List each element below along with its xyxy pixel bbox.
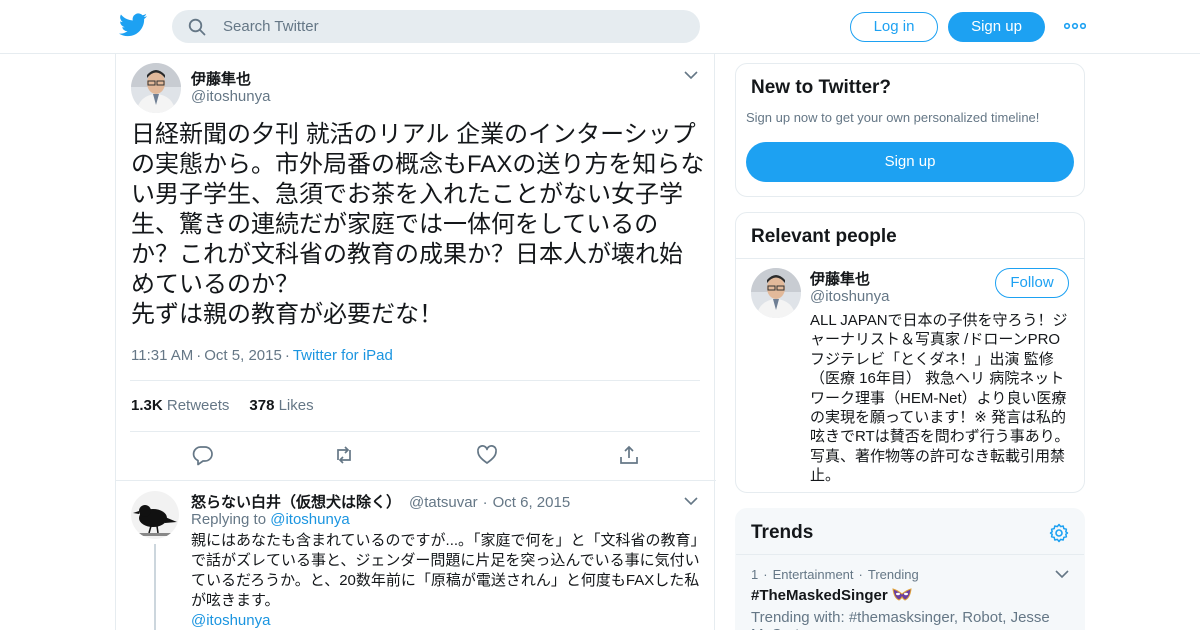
tweet-source[interactable]: Twitter for iPad xyxy=(293,347,393,364)
relevant-person-avatar-image xyxy=(751,268,801,318)
follow-button[interactable]: Follow xyxy=(995,268,1069,298)
search-bar[interactable]: Search Twitter xyxy=(172,10,700,43)
trend-name: #TheMaskedSinger xyxy=(751,587,888,604)
settings-gear-icon[interactable] xyxy=(1049,523,1069,543)
sidebar-signup-button[interactable]: Sign up xyxy=(746,142,1074,182)
reply-author-handle[interactable]: @tatsuvar xyxy=(409,494,478,511)
relevant-people-card: Relevant people 伊藤隼也 @itoshunya Follow A… xyxy=(735,212,1085,493)
trends-card: Trends 1 · Entertainment · Trending #TheMask… xyxy=(735,508,1085,630)
divider xyxy=(130,380,700,381)
trends-title: Trends xyxy=(751,522,814,543)
relevant-person-avatar[interactable] xyxy=(751,268,801,318)
trend-rank: 1 xyxy=(751,567,759,582)
masked-singer-mask-icon xyxy=(892,588,912,601)
replying-prefix: Replying to xyxy=(191,511,267,528)
reply-header: 怒らない白井（仮想犬は除く） @tatsuvar · Oct 6, 2015 xyxy=(191,494,571,511)
trend-category: Entertainment xyxy=(772,567,854,582)
new-to-twitter-card: New to Twitter? Sign up now to get your … xyxy=(735,63,1085,197)
search-input-placeholder[interactable]: Search Twitter xyxy=(223,18,319,36)
twitter-bird-logo-icon[interactable] xyxy=(119,13,147,37)
likes-label: Likes xyxy=(278,397,314,414)
author-avatar-image xyxy=(131,63,181,113)
author-avatar[interactable] xyxy=(131,63,181,113)
relevant-person-handle[interactable]: @itoshunya xyxy=(810,288,889,305)
trend-related: Trending with: #themasksinger, Robot, Je… xyxy=(751,609,1050,630)
thread-connector-line xyxy=(154,544,156,630)
likes-stat[interactable]: 378 Likes xyxy=(249,397,313,414)
divider xyxy=(736,554,1084,555)
trend-status: Trending xyxy=(867,567,919,582)
reply-icon[interactable] xyxy=(192,444,214,466)
reply-date[interactable]: Oct 6, 2015 xyxy=(493,494,571,511)
relevant-person-name[interactable]: 伊藤隼也 xyxy=(810,268,870,289)
like-heart-icon[interactable] xyxy=(476,444,498,466)
signup-button[interactable]: Sign up xyxy=(948,12,1045,42)
retweets-label: Retweets xyxy=(166,397,230,414)
author-name[interactable]: 伊藤隼也 xyxy=(191,68,251,89)
reply-avatar-image xyxy=(131,491,179,539)
tweet-actions xyxy=(116,444,716,468)
trend-meta: 1 · Entertainment · Trending xyxy=(751,567,919,582)
more-options-icon[interactable] xyxy=(1064,19,1086,33)
retweets-count: 1.3K xyxy=(131,397,163,414)
reply-text: 親にはあなたも含まれているのですが...。「家庭で何を」と「文科省の教育」で話が… xyxy=(191,532,706,609)
login-button[interactable]: Log in xyxy=(850,12,938,42)
divider xyxy=(736,258,1084,259)
tweet-time[interactable]: 11:31 AM xyxy=(131,347,193,364)
author-handle[interactable]: @itoshunya xyxy=(191,88,270,105)
relevant-people-title: Relevant people xyxy=(751,226,897,247)
chevron-down-icon[interactable] xyxy=(684,70,698,80)
retweet-icon[interactable] xyxy=(333,444,355,466)
chevron-down-icon[interactable] xyxy=(1055,569,1069,579)
reply-author-avatar[interactable] xyxy=(131,491,179,539)
replying-to-link[interactable]: @itoshunya xyxy=(270,511,349,528)
relevant-person-bio: ALL JAPANで日本の子供を守ろう！ジャーナリスト＆写真家 /ドローンPRO… xyxy=(810,312,1070,485)
tweet-date[interactable]: Oct 5, 2015 xyxy=(204,347,282,364)
retweets-stat[interactable]: 1.3K Retweets xyxy=(131,397,229,414)
new-to-twitter-title: New to Twitter? xyxy=(751,77,892,98)
reply-author-name[interactable]: 怒らない白井（仮想犬は除く） xyxy=(191,494,401,511)
divider xyxy=(130,431,700,432)
tweet-meta: 11:31 AM · Oct 5, 2015 · Twitter for iPad xyxy=(131,347,393,364)
reply-mention-link[interactable]: @itoshunya xyxy=(191,612,270,629)
replying-to: Replying to @itoshunya xyxy=(191,511,350,528)
tweet-stats: 1.3K Retweets 378 Likes xyxy=(131,397,314,414)
search-icon xyxy=(188,18,206,36)
tweet-text: 日経新聞の夕刊 就活のリアル 企業のインターシップの実態から。市外局番の概念もF… xyxy=(131,121,705,328)
section-separator xyxy=(116,480,716,481)
main-timeline: 伊藤隼也 @itoshunya 日経新聞の夕刊 就活のリアル 企業のインターシッ… xyxy=(115,54,716,630)
trend-item[interactable]: #TheMaskedSinger xyxy=(751,587,912,604)
top-navigation: Search Twitter Log in Sign up xyxy=(0,0,1200,54)
chevron-down-icon[interactable] xyxy=(684,496,698,506)
new-to-twitter-subtitle: Sign up now to get your own personalized… xyxy=(746,110,1040,125)
share-icon[interactable] xyxy=(618,444,640,466)
likes-count: 378 xyxy=(249,397,275,414)
